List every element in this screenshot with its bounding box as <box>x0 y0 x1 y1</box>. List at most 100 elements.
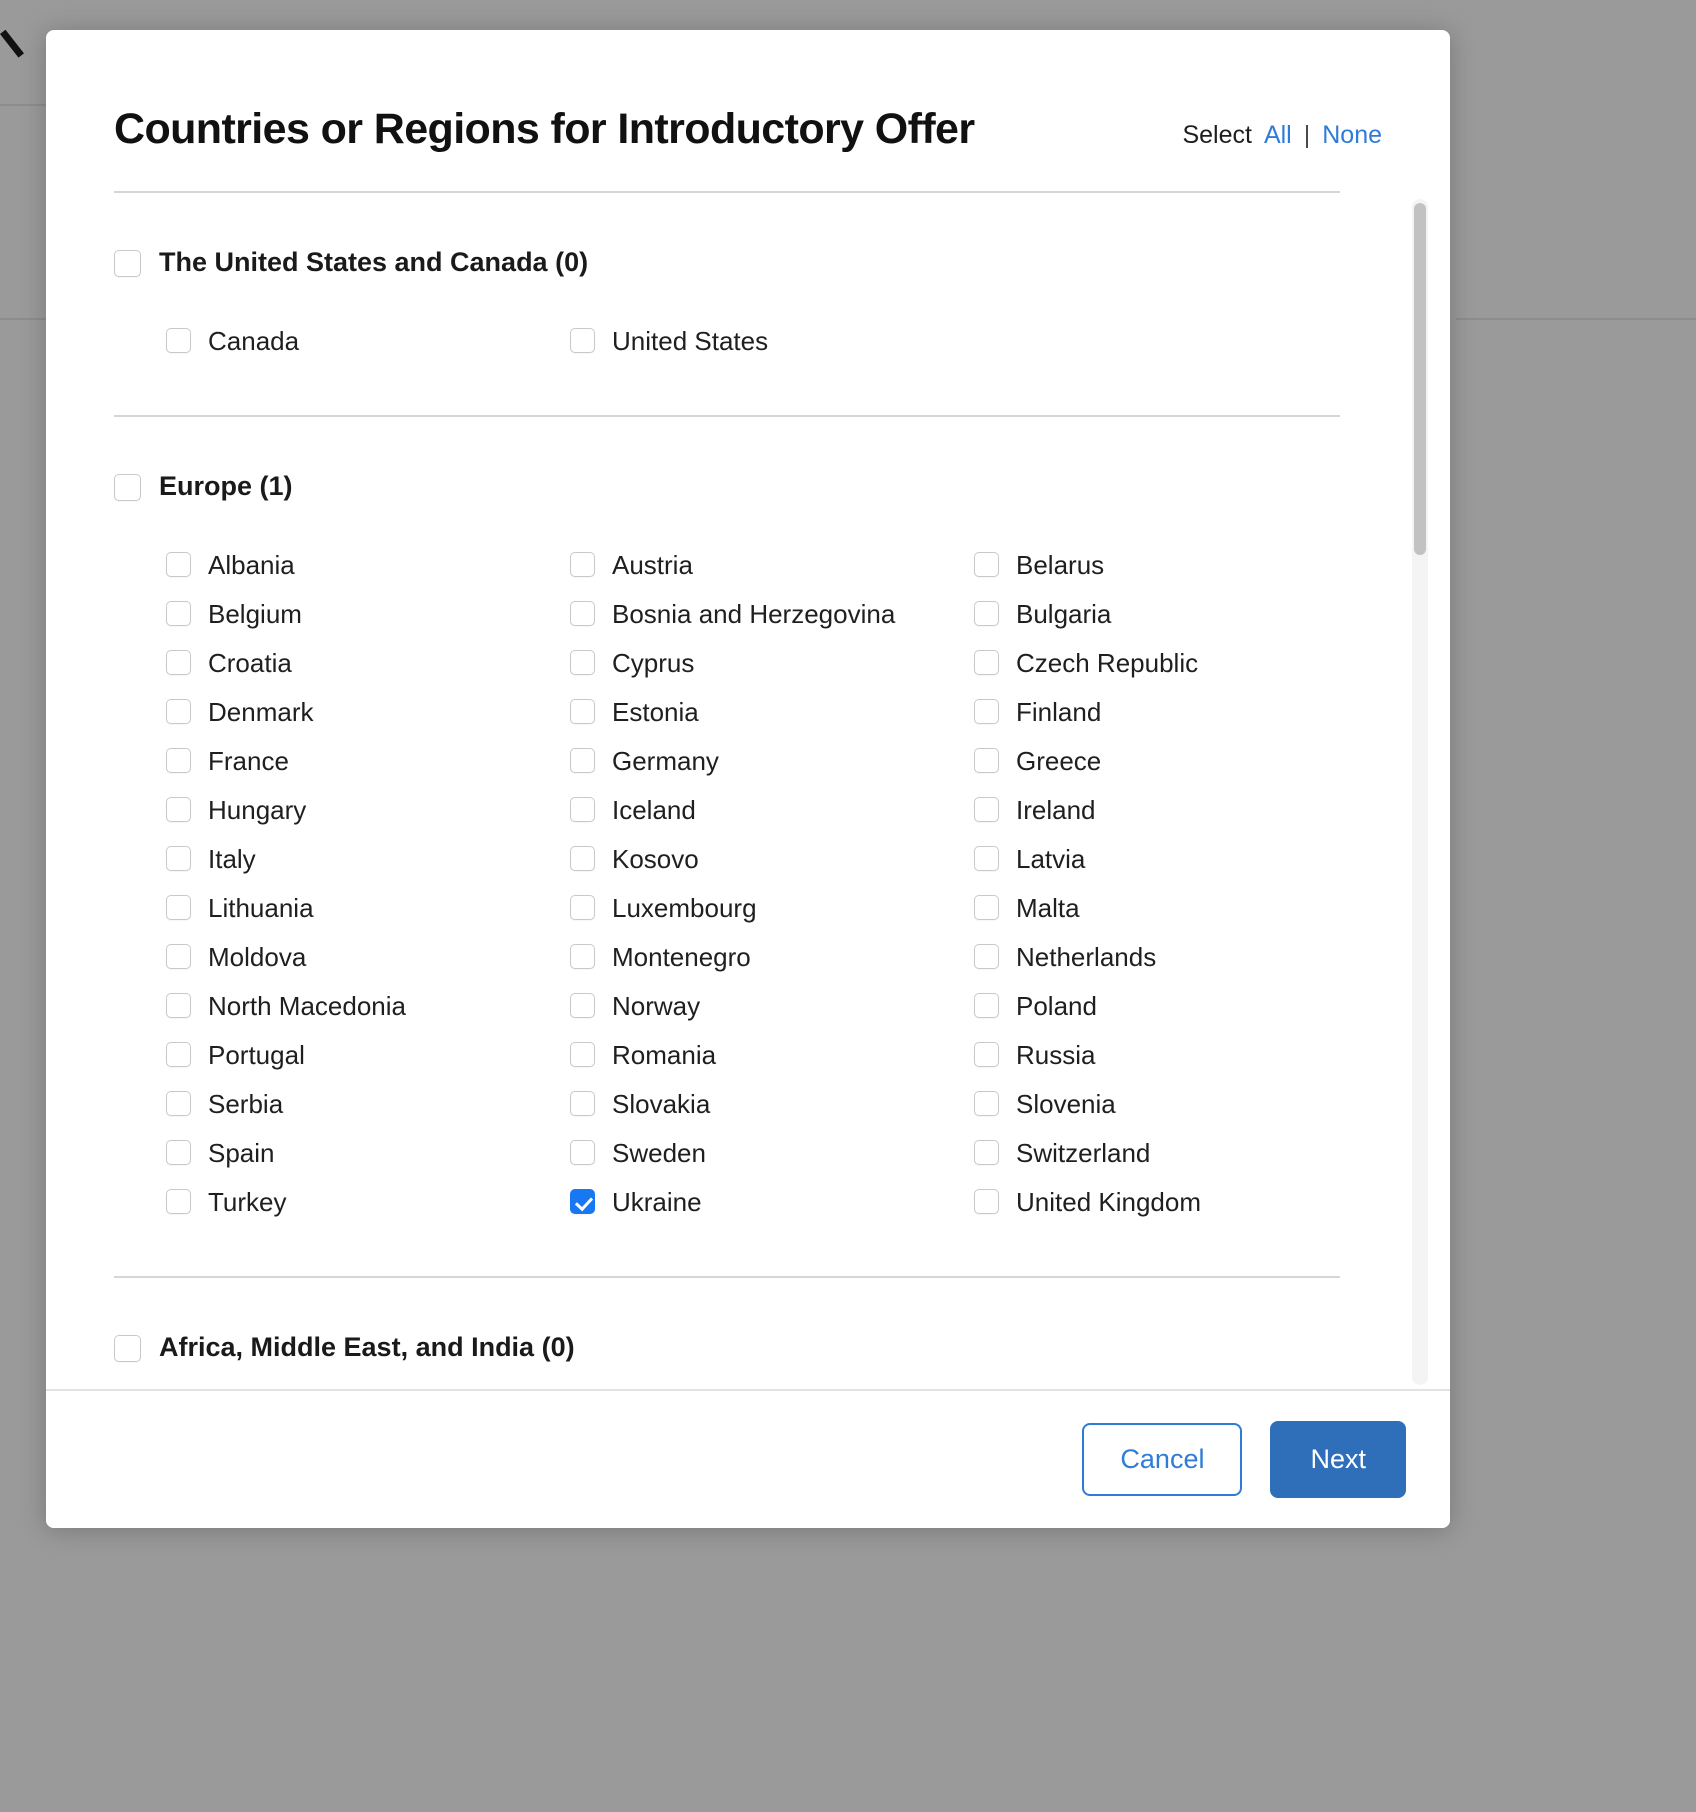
checkbox-icon[interactable] <box>114 473 141 501</box>
country-option[interactable]: North Macedonia <box>166 981 570 1030</box>
checkbox-icon[interactable] <box>974 1189 999 1215</box>
checkbox-icon[interactable] <box>570 1091 595 1117</box>
checkbox-icon[interactable] <box>570 1042 595 1068</box>
country-option[interactable]: Denmark <box>166 687 570 736</box>
country-option[interactable]: Estonia <box>570 687 974 736</box>
country-option[interactable]: Spain <box>166 1128 570 1177</box>
country-option[interactable]: Iceland <box>570 785 974 834</box>
checkbox-icon[interactable] <box>570 1140 595 1166</box>
country-option[interactable]: Poland <box>974 981 1380 1030</box>
checkbox-icon[interactable] <box>166 797 191 823</box>
country-option[interactable]: Finland <box>974 687 1380 736</box>
checkbox-icon[interactable] <box>114 1334 141 1362</box>
checkbox-icon[interactable] <box>570 601 595 627</box>
checkbox-icon[interactable] <box>974 552 999 578</box>
checkbox-icon[interactable] <box>974 993 999 1019</box>
checkbox-icon[interactable] <box>974 748 999 774</box>
country-option[interactable]: Montenegro <box>570 932 974 981</box>
country-option[interactable]: Serbia <box>166 1079 570 1128</box>
country-option[interactable]: Lithuania <box>166 883 570 932</box>
checkbox-icon[interactable] <box>974 944 999 970</box>
checkbox-icon[interactable] <box>974 797 999 823</box>
select-all-link[interactable]: All <box>1264 121 1292 150</box>
section-header-europe[interactable]: Europe (1) <box>114 417 1380 502</box>
country-option[interactable]: Kosovo <box>570 834 974 883</box>
country-option[interactable]: Hungary <box>166 785 570 834</box>
checkbox-icon[interactable] <box>570 944 595 970</box>
scrollbar-thumb[interactable] <box>1414 203 1426 556</box>
country-option[interactable]: Slovakia <box>570 1079 974 1128</box>
country-option[interactable]: United States <box>570 316 974 365</box>
checkbox-icon[interactable] <box>570 895 595 921</box>
country-option[interactable]: Moldova <box>166 932 570 981</box>
checkbox-icon[interactable] <box>166 895 191 921</box>
country-option[interactable]: Russia <box>974 1030 1380 1079</box>
section-header-africa-middle-east-india[interactable]: Africa, Middle East, and India (0) <box>114 1278 1380 1363</box>
checkbox-icon[interactable] <box>166 699 191 725</box>
country-option[interactable]: Romania <box>570 1030 974 1079</box>
country-option[interactable]: Belgium <box>166 589 570 638</box>
checkbox-icon[interactable] <box>570 748 595 774</box>
country-option[interactable]: Cyprus <box>570 638 974 687</box>
country-option[interactable]: Germany <box>570 736 974 785</box>
checkbox-icon[interactable] <box>974 846 999 872</box>
checkbox-icon[interactable] <box>570 699 595 725</box>
country-option[interactable]: France <box>166 736 570 785</box>
section-header-united-states-and-canada[interactable]: The United States and Canada (0) <box>114 193 1380 278</box>
checkbox-icon[interactable] <box>166 993 191 1019</box>
country-option[interactable]: Slovenia <box>974 1079 1380 1128</box>
country-option[interactable]: Sweden <box>570 1128 974 1177</box>
checkbox-icon[interactable] <box>974 1140 999 1166</box>
scrollbar-track[interactable] <box>1412 199 1428 1385</box>
checkbox-icon[interactable] <box>974 1091 999 1117</box>
country-option[interactable]: Malta <box>974 883 1380 932</box>
country-option[interactable]: Latvia <box>974 834 1380 883</box>
checkbox-icon[interactable] <box>570 328 595 354</box>
checkbox-icon[interactable] <box>570 797 595 823</box>
checkbox-icon[interactable] <box>166 1140 191 1166</box>
country-option[interactable]: Ireland <box>974 785 1380 834</box>
select-none-link[interactable]: None <box>1322 121 1382 150</box>
checkbox-icon[interactable] <box>570 650 595 676</box>
checkbox-icon[interactable] <box>166 650 191 676</box>
checkbox-icon[interactable] <box>570 1189 595 1215</box>
checkbox-icon[interactable] <box>166 601 191 627</box>
checkbox-icon[interactable] <box>974 895 999 921</box>
checkbox-icon[interactable] <box>166 328 191 354</box>
checkbox-icon[interactable] <box>166 846 191 872</box>
country-option[interactable]: Austria <box>570 540 974 589</box>
country-option[interactable]: Turkey <box>166 1177 570 1226</box>
country-option[interactable]: Bosnia and Herzegovina <box>570 589 974 638</box>
country-option[interactable]: Canada <box>166 316 570 365</box>
checkbox-icon[interactable] <box>166 944 191 970</box>
checkbox-icon[interactable] <box>570 993 595 1019</box>
checkbox-icon[interactable] <box>166 1091 191 1117</box>
checkbox-icon[interactable] <box>974 1042 999 1068</box>
checkbox-icon[interactable] <box>974 699 999 725</box>
country-option[interactable]: Portugal <box>166 1030 570 1079</box>
country-option[interactable]: United Kingdom <box>974 1177 1380 1226</box>
country-option[interactable]: Luxembourg <box>570 883 974 932</box>
checkbox-icon[interactable] <box>166 552 191 578</box>
country-option[interactable]: Greece <box>974 736 1380 785</box>
checkbox-icon[interactable] <box>974 601 999 627</box>
country-option[interactable]: Norway <box>570 981 974 1030</box>
checkbox-icon[interactable] <box>166 1042 191 1068</box>
checkbox-icon[interactable] <box>166 748 191 774</box>
checkbox-icon[interactable] <box>570 552 595 578</box>
country-option[interactable]: Croatia <box>166 638 570 687</box>
country-option[interactable]: Ukraine <box>570 1177 974 1226</box>
next-button[interactable]: Next <box>1270 1421 1406 1498</box>
checkbox-icon[interactable] <box>114 249 141 277</box>
country-option[interactable]: Belarus <box>974 540 1380 589</box>
country-option[interactable]: Czech Republic <box>974 638 1380 687</box>
checkbox-icon[interactable] <box>570 846 595 872</box>
country-option[interactable]: Switzerland <box>974 1128 1380 1177</box>
checkbox-icon[interactable] <box>166 1189 191 1215</box>
country-option[interactable]: Bulgaria <box>974 589 1380 638</box>
cancel-button[interactable]: Cancel <box>1082 1423 1243 1496</box>
country-option[interactable]: Albania <box>166 540 570 589</box>
checkbox-icon[interactable] <box>974 650 999 676</box>
country-option[interactable]: Netherlands <box>974 932 1380 981</box>
country-option[interactable]: Italy <box>166 834 570 883</box>
